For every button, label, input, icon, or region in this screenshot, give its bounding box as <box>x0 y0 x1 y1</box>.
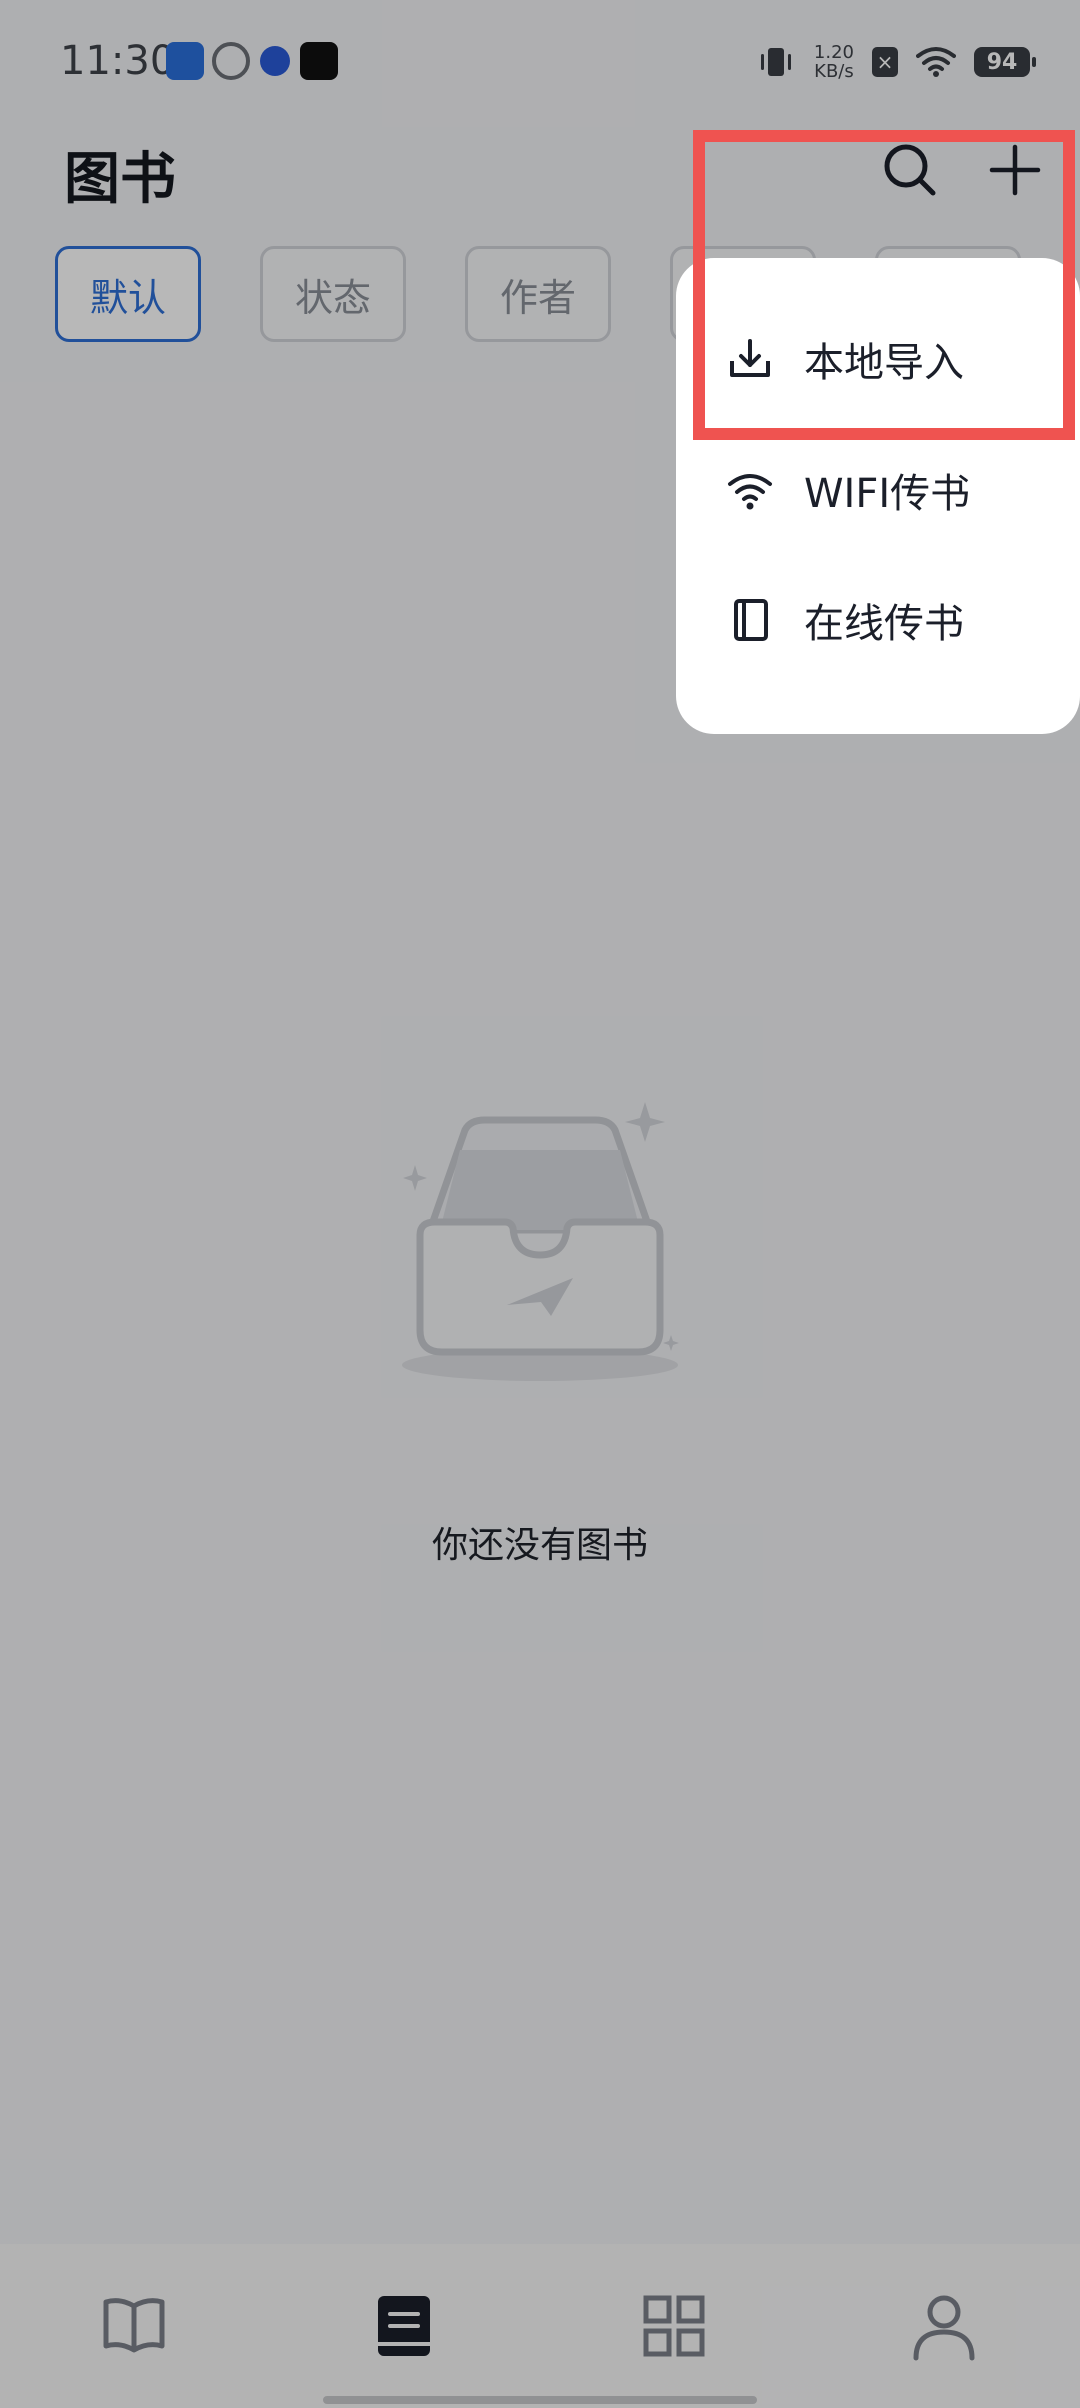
menu-item-label: WIFI传书 <box>804 471 971 517</box>
book-icon <box>734 599 768 641</box>
wifi-icon <box>728 474 772 510</box>
bookshelf-screen: 11:30 1.20 KB/s × 94 图书 默认 状态 作者 你还没有图书 … <box>0 0 1080 2408</box>
highlight-annotation <box>693 130 1075 440</box>
menu-item-label: 在线传书 <box>804 601 964 647</box>
menu-item-wifi-transfer[interactable]: WIFI传书 <box>676 430 1080 550</box>
menu-item-online-transfer[interactable]: 在线传书 <box>676 560 1080 680</box>
